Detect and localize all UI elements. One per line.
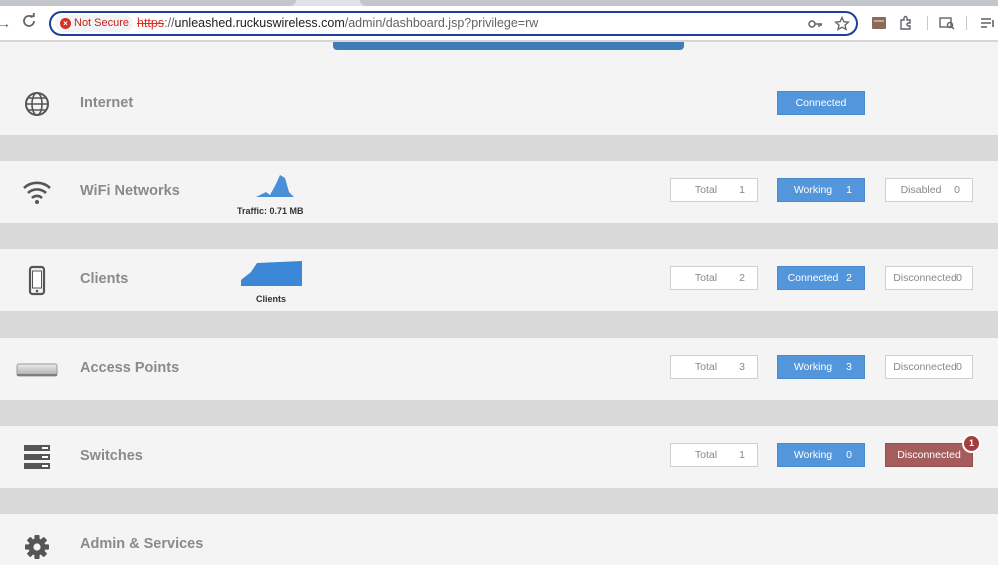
stat-value: 0 bbox=[954, 184, 960, 196]
address-bar[interactable]: × Not Secure https://unleashed.ruckuswir… bbox=[49, 11, 858, 36]
security-label: Not Secure bbox=[74, 17, 130, 29]
stat-label: Working bbox=[793, 361, 833, 373]
clients-disconnected-stat[interactable]: Disconnected 0 bbox=[885, 266, 973, 290]
row-title-internet: Internet bbox=[80, 95, 134, 111]
switch-stack-icon bbox=[24, 445, 50, 469]
stat-value: 3 bbox=[846, 361, 852, 373]
row-title-wifi: WiFi Networks bbox=[80, 183, 180, 199]
clients-row[interactable]: Clients Clients Total 2 Connected 2 Disc… bbox=[0, 249, 998, 311]
key-icon[interactable] bbox=[807, 16, 823, 32]
stat-value: 0 bbox=[956, 272, 962, 284]
internet-status-badge[interactable]: Connected bbox=[777, 91, 865, 115]
wifi-traffic-sparkline bbox=[256, 175, 294, 197]
stat-label: Total bbox=[694, 361, 718, 373]
globe-icon bbox=[25, 92, 49, 116]
row-title-access-points: Access Points bbox=[80, 360, 180, 376]
stat-label: Total bbox=[694, 272, 718, 284]
clients-caption: Clients bbox=[256, 294, 287, 304]
stat-label: Disconnected bbox=[893, 361, 957, 373]
url-text[interactable]: https://unleashed.ruckuswireless.com/adm… bbox=[137, 16, 538, 30]
stat-value: 3 bbox=[739, 361, 745, 373]
aps-working-stat[interactable]: Working 3 bbox=[777, 355, 865, 379]
row-title-clients: Clients bbox=[80, 271, 129, 287]
stat-label: Working bbox=[793, 449, 833, 461]
stat-value: 2 bbox=[846, 272, 852, 284]
dashboard-header-bar bbox=[333, 42, 684, 50]
stat-value: 0 bbox=[956, 361, 962, 373]
stat-label: Total bbox=[694, 184, 718, 196]
wifi-disabled-stat[interactable]: Disabled 0 bbox=[885, 178, 973, 202]
puzzle-icon[interactable] bbox=[898, 15, 914, 31]
url-path: /admin/dashboard.jsp?privilege=rw bbox=[344, 16, 539, 30]
media-router-icon[interactable] bbox=[939, 15, 955, 31]
toolbar-separator bbox=[927, 16, 928, 30]
stat-value: 0 bbox=[846, 449, 852, 461]
aps-disconnected-stat[interactable]: Disconnected 0 bbox=[885, 355, 973, 379]
stat-label: Working bbox=[793, 184, 833, 196]
stat-label: Total bbox=[694, 449, 718, 461]
switches-alert-badge[interactable]: 1 bbox=[962, 434, 981, 453]
internet-row[interactable]: Internet Connected bbox=[0, 73, 998, 135]
gear-icon bbox=[25, 535, 49, 559]
wifi-networks-row[interactable]: WiFi Networks Traffic: 0.71 MB Total 1 W… bbox=[0, 161, 998, 223]
wifi-icon bbox=[23, 181, 51, 204]
url-scheme: https bbox=[137, 16, 165, 30]
stat-value: 1 bbox=[739, 449, 745, 461]
access-points-row[interactable]: Access Points Total 3 Working 3 Disconne… bbox=[0, 338, 998, 400]
url-separator: :// bbox=[164, 16, 175, 30]
forward-icon[interactable]: → bbox=[0, 15, 11, 31]
reload-icon[interactable] bbox=[20, 12, 38, 30]
switches-disconnected-stat[interactable]: Disconnected bbox=[885, 443, 973, 467]
dashboard-page: Internet Connected WiFi Networks Traffic… bbox=[0, 42, 998, 565]
warning-icon: × bbox=[60, 18, 71, 29]
browser-toolbar: → × Not Secure https://unleashed.ruckusw… bbox=[0, 6, 998, 41]
bookmark-star-icon[interactable] bbox=[834, 16, 850, 32]
stat-label: Disconnected bbox=[893, 272, 957, 284]
toolbar-separator bbox=[966, 16, 967, 30]
row-title-admin-services: Admin & Services bbox=[80, 536, 204, 552]
extension-icon[interactable] bbox=[871, 15, 887, 31]
switches-total-stat[interactable]: Total 1 bbox=[670, 443, 758, 467]
stat-label: Disabled bbox=[900, 184, 942, 196]
stat-value: 2 bbox=[739, 272, 745, 284]
row-title-switches: Switches bbox=[80, 448, 143, 464]
clients-total-stat[interactable]: Total 2 bbox=[670, 266, 758, 290]
clients-connected-stat[interactable]: Connected 2 bbox=[777, 266, 865, 290]
reading-list-icon[interactable] bbox=[980, 15, 996, 31]
wifi-total-stat[interactable]: Total 1 bbox=[670, 178, 758, 202]
clients-sparkline bbox=[241, 261, 302, 286]
switches-row[interactable]: Switches Total 1 Working 0 Disconnected … bbox=[0, 426, 998, 488]
url-host: unleashed.ruckuswireless.com bbox=[174, 16, 345, 30]
phone-icon bbox=[28, 265, 46, 296]
admin-services-row[interactable]: Admin & Services bbox=[0, 514, 998, 565]
access-point-icon bbox=[16, 363, 58, 377]
wifi-traffic-caption: Traffic: 0.71 MB bbox=[237, 206, 304, 216]
security-chip[interactable]: × Not Secure bbox=[55, 15, 133, 32]
switches-working-stat[interactable]: Working 0 bbox=[777, 443, 865, 467]
stat-value: 1 bbox=[739, 184, 745, 196]
stat-value: 1 bbox=[846, 184, 852, 196]
stat-label: Connected bbox=[787, 272, 839, 284]
wifi-working-stat[interactable]: Working 1 bbox=[777, 178, 865, 202]
aps-total-stat[interactable]: Total 3 bbox=[670, 355, 758, 379]
